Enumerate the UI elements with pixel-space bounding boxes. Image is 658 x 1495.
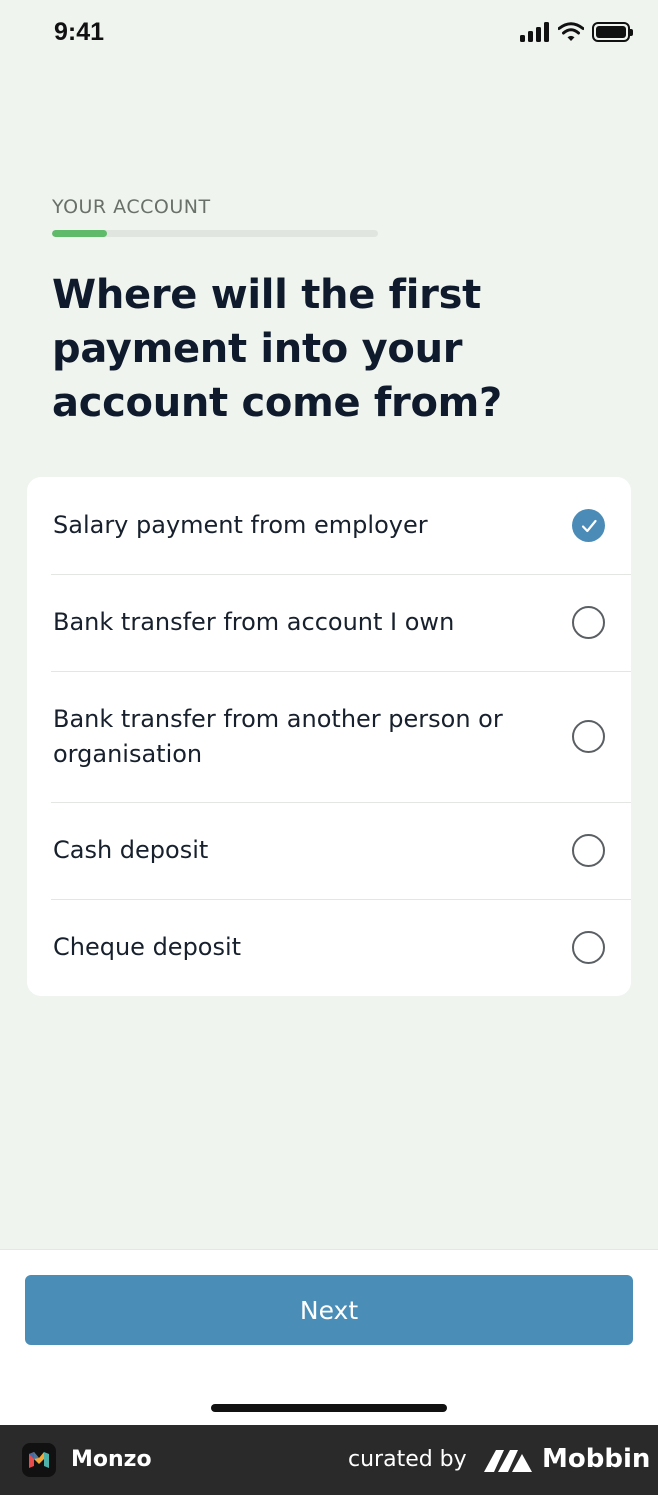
wifi-icon: [558, 22, 584, 41]
radio-button[interactable]: [572, 834, 605, 867]
radio-button[interactable]: [572, 931, 605, 964]
next-button[interactable]: Next: [25, 1275, 633, 1345]
radio-button[interactable]: [572, 720, 605, 753]
option-cheque[interactable]: Cheque deposit: [27, 899, 631, 996]
checkmark-icon: [581, 519, 597, 532]
section-label: YOUR ACCOUNT: [52, 196, 211, 218]
option-another-person[interactable]: Bank transfer from another person or org…: [27, 671, 631, 802]
option-label: Cash deposit: [53, 836, 209, 864]
mobbin-brand: Mobbin: [542, 1444, 651, 1474]
option-cash[interactable]: Cash deposit: [27, 802, 631, 899]
attribution-bar: Monzo curated by Mobbin: [0, 1425, 658, 1495]
mobbin-logo-icon: [484, 1450, 532, 1472]
battery-level: [596, 26, 626, 38]
radio-button[interactable]: [572, 606, 605, 639]
app-name: Monzo: [71, 1447, 152, 1472]
status-time: 9:41: [54, 18, 105, 46]
option-label: Salary payment from employer: [53, 511, 428, 539]
option-label: Bank transfer from account I own: [53, 608, 455, 636]
options-list: Salary payment from employer Bank transf…: [27, 477, 631, 996]
signal-icon: [520, 22, 549, 42]
home-indicator[interactable]: [211, 1404, 447, 1412]
option-label: Cheque deposit: [53, 933, 242, 961]
progress-bar-fill: [52, 230, 108, 237]
monzo-logo: [22, 1443, 56, 1477]
option-salary[interactable]: Salary payment from employer: [27, 477, 631, 574]
monzo-logo-icon: [29, 1452, 49, 1468]
battery-icon: [592, 22, 633, 42]
curated-by-label: curated by: [348, 1447, 467, 1472]
radio-button-checked[interactable]: [572, 509, 605, 542]
page-title: Where will the first payment into your a…: [52, 272, 502, 426]
status-bar: 9:41: [0, 0, 658, 66]
progress-bar: [52, 230, 378, 237]
option-label: Bank transfer from another person or org…: [53, 704, 503, 768]
bottom-panel: Next: [0, 1249, 658, 1425]
option-own-account[interactable]: Bank transfer from account I own: [27, 574, 631, 671]
status-icons: [520, 22, 633, 42]
